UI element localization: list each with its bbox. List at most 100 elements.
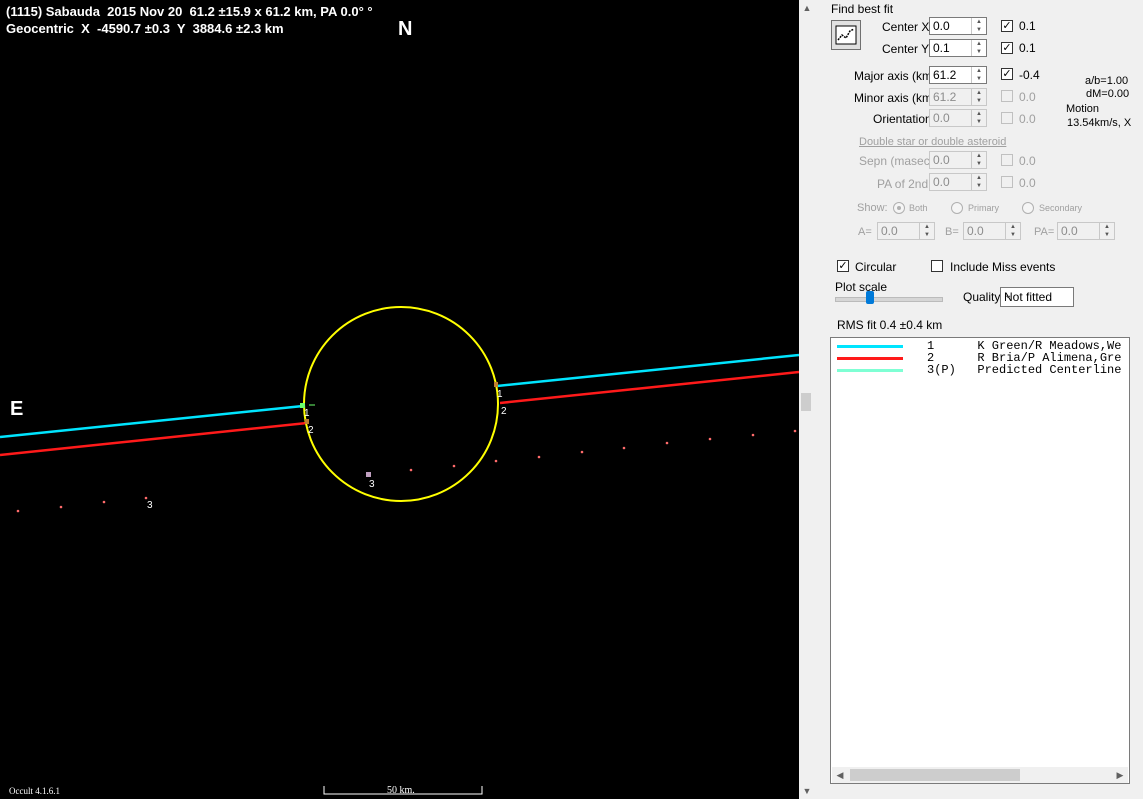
sepn-step: 0.0 (1019, 154, 1036, 168)
pa-label: PA= (1034, 226, 1055, 238)
chord-label: 1 (497, 389, 503, 400)
spin-updown-icon[interactable]: ▲ ▼ (971, 110, 986, 126)
double-star-link[interactable]: Double star or double asteroid (859, 136, 1006, 148)
sepn-input[interactable]: 0.0 ▲ ▼ (929, 151, 987, 169)
ab-ratio: a/b=1.00 (1085, 75, 1129, 87)
center-x-step: 0.1 (1019, 19, 1036, 33)
center-y-checkbox[interactable]: ✓ (1001, 42, 1013, 54)
chord-1-right (496, 353, 799, 388)
asteroid-outline (303, 306, 499, 502)
legend-scroll-thumb[interactable] (850, 769, 1020, 781)
plot-scale-track[interactable] (835, 297, 943, 302)
show-label: Show: (857, 202, 888, 214)
scroll-left-icon[interactable]: ◀ (832, 767, 848, 783)
delta-magnitude: dM=0.00 (1086, 88, 1130, 100)
include-miss-checkbox[interactable] (931, 260, 943, 272)
spin-updown-icon[interactable]: ▲ ▼ (919, 223, 934, 239)
b-input[interactable]: 0.0 ▲ ▼ (963, 222, 1021, 240)
show-primary-radio[interactable] (951, 202, 963, 214)
chord-2-left (0, 421, 308, 457)
center-y-step: 0.1 (1019, 41, 1036, 55)
sepn-checkbox[interactable] (1001, 154, 1013, 166)
chord-1-left (0, 404, 304, 439)
b-label: B= (945, 226, 959, 238)
event-marker (494, 382, 498, 387)
major-axis-input[interactable]: 61.2 ▲ ▼ (929, 66, 987, 84)
pa-2nd-input[interactable]: 0.0 ▲ ▼ (929, 173, 987, 191)
scale-bar-label: 50 km. (387, 785, 415, 796)
legend-horizontal-scrollbar[interactable]: ◀ ▶ (832, 767, 1128, 783)
legend-item: 3(P) Predicted Centerline (831, 363, 1129, 377)
scroll-down-icon[interactable]: ▼ (799, 783, 815, 799)
major-axis-checkbox[interactable]: ✓ (1001, 68, 1013, 80)
scroll-right-icon[interactable]: ▶ (1112, 767, 1128, 783)
legend-line (837, 345, 903, 348)
chord-2-right (499, 370, 799, 405)
sepn-label: Sepn (masec) (859, 154, 934, 168)
chevron-down-icon: ⌄ (1004, 290, 1013, 301)
spin-updown-icon[interactable]: ▲ ▼ (1005, 223, 1020, 239)
spin-updown-icon[interactable]: ▲ ▼ (1099, 223, 1114, 239)
chord-label: 3 (147, 500, 153, 511)
minor-axis-input[interactable]: 61.2 ▲ ▼ (929, 88, 987, 106)
spin-updown-icon[interactable]: ▲ ▼ (971, 152, 986, 168)
show-secondary-label: Secondary (1039, 203, 1083, 213)
orientation-input[interactable]: 0.0 ▲ ▼ (929, 109, 987, 127)
event-marker (305, 419, 309, 424)
east-label: E (10, 398, 24, 420)
a-input[interactable]: 0.0 ▲ ▼ (877, 222, 935, 240)
spin-updown-icon[interactable]: ▲ ▼ (971, 18, 986, 34)
occultation-plot[interactable]: 1 2 1 2 3 3 (1115) Sabauda 2015 Nov 20 6… (0, 0, 799, 799)
chord-label: 3 (369, 479, 375, 490)
plot-scale-label: Plot scale (835, 280, 888, 294)
spin-updown-icon[interactable]: ▲ ▼ (971, 174, 986, 190)
quality-select[interactable]: Not fitted ⌄ (1000, 287, 1074, 307)
pa-input[interactable]: 0.0 ▲ ▼ (1057, 222, 1115, 240)
minor-axis-label: Minor axis (km) (854, 91, 937, 105)
show-both-label: Both (909, 203, 928, 213)
plot-title: (1115) Sabauda 2015 Nov 20 61.2 ±15.9 x … (6, 4, 373, 19)
quality-label: Quality (963, 290, 1001, 304)
geocentric-coords: Geocentric X -4590.7 ±0.3 Y 3884.6 ±2.3 … (6, 21, 284, 36)
orientation-checkbox[interactable] (1001, 112, 1013, 124)
center-y-label: Center Y (882, 42, 930, 56)
pa-2nd-step: 0.0 (1019, 176, 1036, 190)
spin-updown-icon[interactable]: ▲ ▼ (971, 40, 986, 56)
minor-axis-checkbox[interactable] (1001, 90, 1013, 102)
circular-checkbox[interactable]: ✓ (837, 260, 849, 272)
chord-label: 2 (308, 425, 314, 436)
spin-updown-icon[interactable]: ▲ ▼ (971, 89, 986, 105)
major-axis-label: Major axis (km) (854, 69, 937, 83)
orientation-step: 0.0 (1019, 112, 1036, 126)
motion-label: Motion (1066, 103, 1100, 115)
a-label: A= (858, 226, 872, 238)
vertical-scrollbar[interactable]: ▲ ▼ (799, 0, 815, 799)
legend-line (837, 357, 903, 360)
pa-2nd-checkbox[interactable] (1001, 176, 1013, 188)
plot-scale-slider[interactable] (866, 291, 874, 304)
motion-value: 13.54km/s, X (1067, 117, 1132, 129)
plot-canvas: 1 2 1 2 3 3 (0, 306, 799, 795)
scroll-thumb[interactable] (801, 393, 811, 411)
chord-label: 2 (501, 406, 507, 417)
find-best-fit-button[interactable] (831, 20, 861, 50)
north-label: N (398, 18, 413, 40)
center-y-input[interactable]: 0.1 ▲ ▼ (929, 39, 987, 57)
show-primary-label: Primary (968, 203, 999, 213)
rms-fit: RMS fit 0.4 ±0.4 km (837, 318, 943, 332)
center-x-checkbox[interactable]: ✓ (1001, 20, 1013, 32)
center-x-input[interactable]: 0.0 ▲ ▼ (929, 17, 987, 35)
pa-2nd-label: PA of 2nd (877, 177, 929, 191)
show-secondary-radio[interactable] (1022, 202, 1034, 214)
find-best-fit-label: Find best fit (831, 2, 894, 16)
spin-updown-icon[interactable]: ▲ ▼ (971, 67, 986, 83)
chord-legend[interactable]: 1 K Green/R Meadows,We 2 R Bria/P Alimen… (830, 337, 1130, 784)
legend-line (837, 369, 903, 372)
orientation-label: Orientation (873, 112, 932, 126)
circular-label: Circular (855, 260, 897, 274)
version-label: Occult 4.1.6.1 (9, 786, 60, 796)
minor-axis-step: 0.0 (1019, 90, 1036, 104)
show-both-radio[interactable] (893, 202, 905, 214)
scroll-up-icon[interactable]: ▲ (799, 0, 815, 16)
chord-label: 1 (304, 408, 310, 419)
